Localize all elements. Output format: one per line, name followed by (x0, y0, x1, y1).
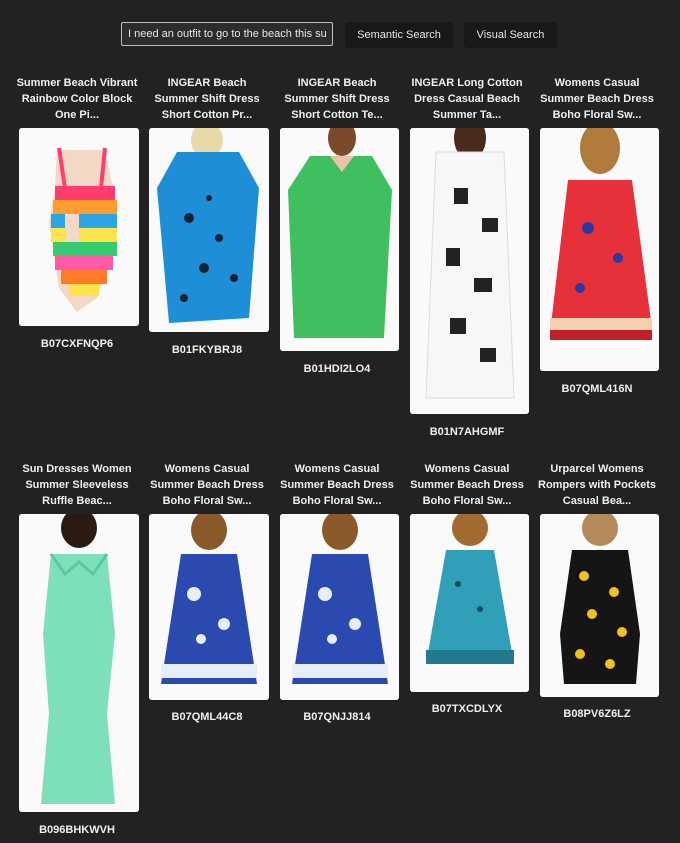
product-code: B01HDI2LO4 (303, 363, 371, 375)
product-image[interactable] (540, 514, 659, 697)
product-image[interactable] (149, 128, 269, 332)
product-title[interactable]: Sun Dresses Women Summer Sleeveless Ruffle… (14, 461, 140, 509)
product-title[interactable]: Womens Casual Summer Beach Dress Boho Flor… (144, 461, 270, 509)
product-code: B01FKYBRJ8 (171, 344, 243, 356)
product-title[interactable]: Summer Beach Vibrant Rainbow Color Block O… (14, 75, 140, 123)
product-title[interactable]: INGEAR Long Cotton Dress Casual Beach Summ… (404, 75, 530, 123)
product-image[interactable] (19, 514, 139, 812)
product-title[interactable]: Womens Casual Summer Beach Dress Boho Flor… (274, 461, 400, 509)
product-title[interactable]: Urparcel Womens Rompers with Pockets Casua… (534, 461, 660, 509)
product-code: B07QML44C8 (171, 711, 243, 723)
product-title[interactable]: INGEAR Beach Summer Shift Dress Short Cott… (144, 75, 270, 123)
product-image[interactable] (19, 128, 139, 326)
product-code: B01N7AHGMF (429, 426, 505, 438)
product-code: B07TXCDLYX (431, 703, 503, 715)
product-title[interactable]: Womens Casual Summer Beach Dress Boho Flor… (404, 461, 530, 509)
search-bar: Semantic Search Visual Search (0, 22, 680, 48)
product-image[interactable] (410, 128, 529, 414)
semantic-search-button[interactable]: Semantic Search (345, 22, 453, 48)
product-image[interactable] (410, 514, 529, 692)
product-code: B07QNJJ814 (303, 711, 371, 723)
product-code: B07CXFNQP6 (40, 338, 114, 350)
product-image[interactable] (280, 128, 399, 351)
search-input[interactable] (121, 22, 333, 46)
product-title[interactable]: INGEAR Beach Summer Shift Dress Short Cott… (274, 75, 400, 123)
visual-search-button[interactable]: Visual Search (464, 22, 557, 48)
product-code: B096BHKWVH (39, 824, 115, 836)
product-image[interactable] (280, 514, 399, 700)
product-image[interactable] (540, 128, 659, 371)
product-title[interactable]: Womens Casual Summer Beach Dress Boho Flor… (534, 75, 660, 123)
product-code: B07QML416N (561, 383, 633, 395)
product-image[interactable] (149, 514, 269, 700)
product-code: B08PV6Z6LZ (563, 708, 631, 720)
